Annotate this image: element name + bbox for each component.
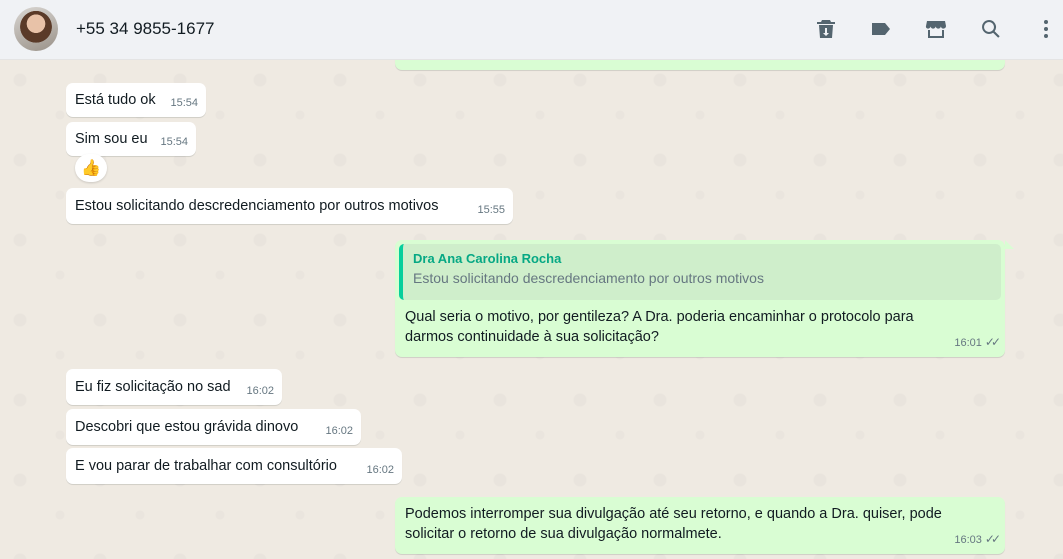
message-bubble-incoming[interactable]: Eu fiz solicitação no sad 16:02 [66, 369, 282, 405]
message-bubble-outgoing[interactable]: Podemos interromper sua divulgação até s… [395, 497, 1005, 554]
message-body: Podemos interromper sua divulgação até s… [405, 504, 942, 544]
delete-icon[interactable] [813, 16, 839, 42]
message-bubble-outgoing-partial[interactable] [395, 60, 1005, 70]
message-time: 16:02 [246, 385, 274, 397]
quote-text: Estou solicitando descredenciamento por … [413, 270, 764, 286]
message-text: Estou solicitando descredenciamento por … [75, 198, 439, 214]
reaction-thumbs-up-icon[interactable]: 👍 [75, 154, 107, 182]
message-text-line: Qual seria o motivo, por gentileza? A Dr… [405, 309, 914, 325]
label-icon[interactable] [868, 16, 894, 42]
store-icon[interactable] [923, 16, 949, 42]
message-bubble-incoming[interactable]: Descobri que estou grávida dinovo 16:02 [66, 409, 361, 445]
message-time: 15:54 [170, 97, 198, 109]
contact-name[interactable]: +55 34 9855-1677 [76, 19, 215, 39]
message-time: 15:54 [160, 136, 188, 148]
message-bubble-incoming[interactable]: E vou parar de trabalhar com consultório… [66, 448, 402, 484]
message-time: 16:01 ✓✓ [954, 335, 1001, 349]
message-text-line: solicitar o retorno de sua divulgação no… [405, 526, 722, 542]
message-text-line: Podemos interromper sua divulgação até s… [405, 506, 942, 522]
message-bubble-outgoing-reply[interactable]: Dra Ana Carolina Rocha Estou solicitando… [395, 240, 1005, 357]
chat-header: +55 34 9855-1677 [0, 0, 1063, 60]
message-time: 16:03 ✓✓ [954, 532, 1001, 546]
message-bubble-incoming[interactable]: Está tudo ok 15:54 [66, 83, 206, 117]
read-ticks-icon: ✓✓ [984, 532, 1001, 546]
message-time: 15:55 [477, 204, 505, 216]
message-bubble-incoming[interactable]: Estou solicitando descredenciamento por … [66, 188, 513, 224]
message-bubble-incoming[interactable]: Sim sou eu 15:54 [66, 122, 196, 156]
message-text-line: darmos continuidade à sua solicitação? [405, 329, 659, 345]
message-text: Eu fiz solicitação no sad [75, 379, 231, 395]
message-time: 16:02 [366, 464, 394, 476]
quoted-message[interactable]: Dra Ana Carolina Rocha Estou solicitando… [399, 244, 1001, 300]
menu-icon[interactable] [1033, 16, 1059, 42]
bubble-tail [1005, 240, 1014, 249]
contact-avatar[interactable] [14, 7, 58, 51]
message-body: Qual seria o motivo, por gentileza? A Dr… [405, 307, 914, 347]
message-text: E vou parar de trabalhar com consultório [75, 458, 337, 474]
message-text: Está tudo ok [75, 92, 156, 108]
search-icon[interactable] [978, 16, 1004, 42]
message-time: 16:02 [325, 425, 353, 437]
quote-author: Dra Ana Carolina Rocha [413, 251, 562, 266]
read-ticks-icon: ✓✓ [984, 335, 1001, 349]
message-text: Descobri que estou grávida dinovo [75, 419, 299, 435]
message-text: Sim sou eu [75, 131, 148, 147]
chat-panel[interactable]: Está tudo ok 15:54 Sim sou eu 15:54 👍 Es… [0, 60, 1063, 559]
